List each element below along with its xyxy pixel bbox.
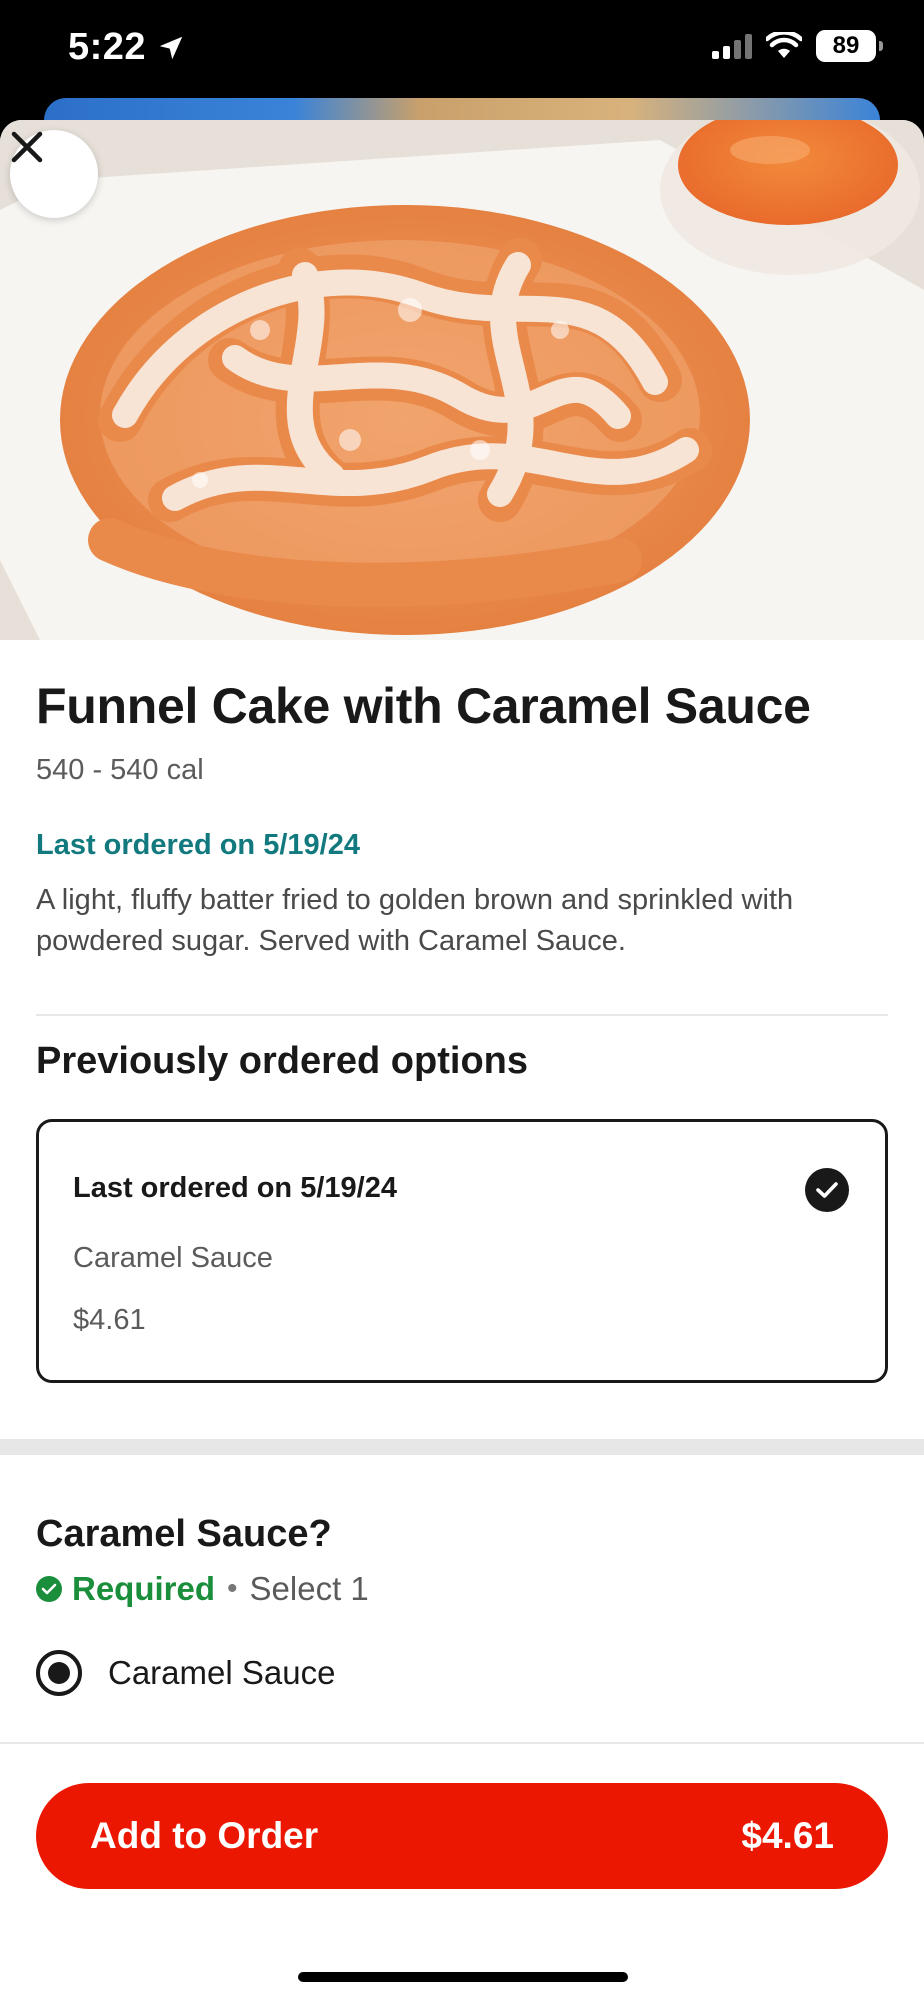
- checkmark-icon: [805, 1167, 849, 1212]
- location-arrow-icon: [159, 36, 183, 59]
- close-button[interactable]: [10, 130, 98, 218]
- battery-level: 89: [832, 32, 860, 59]
- item-title: Funnel Cake with Caramel Sauce: [36, 678, 811, 734]
- item-content: Funnel Cake with Caramel Sauce 540 - 540…: [0, 678, 924, 1383]
- home-indicator: [298, 1972, 628, 1982]
- add-to-order-price: $4.61: [741, 1815, 834, 1856]
- status-bar: 5:22 89: [0, 0, 924, 100]
- previous-options-title: Previously ordered options: [36, 1039, 528, 1082]
- last-ordered-label: Last ordered on 5/19/24: [36, 828, 360, 861]
- previous-option-name: Caramel Sauce: [73, 1241, 273, 1274]
- status-time-text: 5:22: [68, 26, 147, 68]
- previous-option-price: $4.61: [73, 1303, 146, 1336]
- section-divider: [36, 1013, 888, 1016]
- radio-option-caramel-sauce[interactable]: Caramel Sauce: [36, 1649, 888, 1696]
- radio-button-selected[interactable]: [36, 1649, 82, 1696]
- funnel-cake-image: [0, 120, 924, 640]
- previous-option-title: Last ordered on 5/19/24: [73, 1171, 397, 1204]
- options-section: Caramel Sauce? Required • Select 1 Caram…: [0, 1513, 924, 1696]
- previous-option-card[interactable]: Last ordered on 5/19/24 Caramel Sauce $4…: [36, 1118, 888, 1383]
- item-detail-sheet: Funnel Cake with Caramel Sauce 540 - 540…: [0, 120, 924, 2000]
- question-title: Caramel Sauce?: [36, 1512, 332, 1555]
- wifi-icon: [766, 32, 802, 58]
- radio-option-label: Caramel Sauce: [108, 1653, 336, 1691]
- item-description: A light, fluffy batter fried to golden b…: [36, 883, 794, 957]
- status-indicators: 89: [712, 30, 883, 62]
- required-label: Required: [72, 1569, 216, 1607]
- select-hint: Select 1: [249, 1569, 369, 1607]
- required-check-icon: [36, 1575, 62, 1602]
- requirement-row: Required • Select 1: [36, 1570, 888, 1608]
- item-hero-image: [0, 120, 924, 640]
- section-separator: [0, 1438, 924, 1455]
- battery-icon: 89: [816, 30, 883, 62]
- cellular-signal-icon: [712, 33, 752, 59]
- separator-dot: •: [227, 1571, 238, 1605]
- add-to-order-button[interactable]: Add to Order $4.61: [36, 1783, 888, 1889]
- status-time: 5:22: [68, 26, 186, 69]
- close-icon: [11, 131, 43, 163]
- item-calories: 540 - 540 cal: [36, 753, 204, 786]
- add-to-order-label: Add to Order: [90, 1815, 319, 1856]
